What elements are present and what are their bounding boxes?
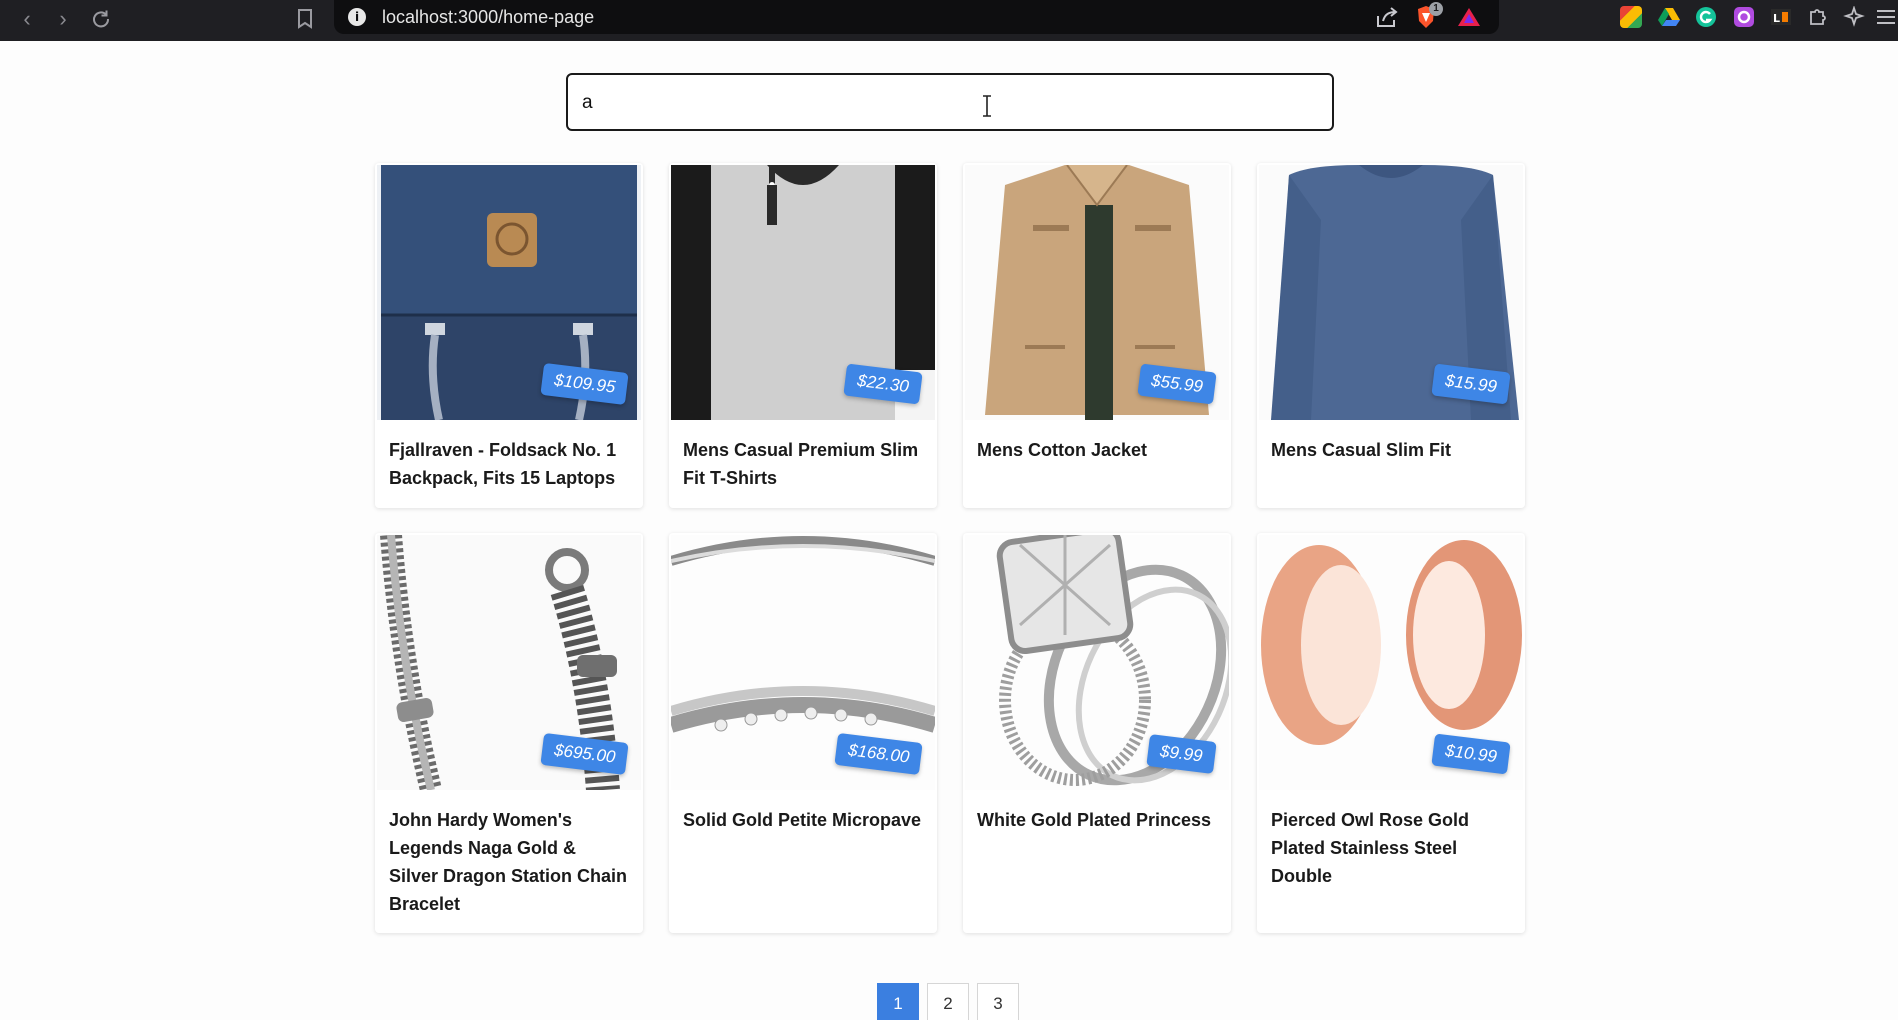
product-card[interactable]: $55.99 Mens Cotton Jacket (963, 163, 1231, 508)
extensions-puzzle-icon[interactable] (1807, 6, 1829, 28)
lighthouse-icon[interactable]: L (1770, 6, 1792, 28)
product-title[interactable]: Mens Casual Slim Fit (1271, 436, 1511, 464)
grammarly-icon[interactable] (1695, 6, 1717, 28)
address-bar[interactable]: i localhost:3000/home-page 1 (334, 0, 1499, 34)
google-drive-icon[interactable] (1658, 6, 1680, 28)
product-title[interactable]: Pierced Owl Rose Gold Plated Stainless S… (1271, 806, 1511, 890)
page-button-2[interactable]: 2 (927, 983, 969, 1020)
product-title[interactable]: Fjallraven - Foldsack No. 1 Backpack, Fi… (389, 436, 629, 492)
site-info-icon[interactable]: i (348, 8, 366, 26)
product-title[interactable]: Solid Gold Petite Micropave (683, 806, 923, 834)
product-title[interactable]: John Hardy Women's Legends Naga Gold & S… (389, 806, 629, 918)
product-card[interactable]: $9.99 White Gold Plated Princess (963, 533, 1231, 933)
search-box[interactable] (566, 73, 1334, 131)
rewards-icon[interactable] (1457, 7, 1481, 27)
product-card[interactable]: $168.00 Solid Gold Petite Micropave (669, 533, 937, 933)
address-url[interactable]: localhost:3000/home-page (382, 7, 594, 28)
product-card[interactable]: $10.99 Pierced Owl Rose Gold Plated Stai… (1257, 533, 1525, 933)
product-card[interactable]: $15.99 Mens Casual Slim Fit (1257, 163, 1525, 508)
extension-gradient-icon[interactable] (1733, 6, 1755, 28)
sparkle-icon[interactable] (1843, 6, 1865, 28)
pagination: 1 2 3 (877, 983, 1019, 1020)
svg-text:L: L (1773, 12, 1780, 25)
share-icon[interactable] (1375, 6, 1399, 28)
shield-badge: 1 (1429, 2, 1443, 16)
product-title[interactable]: White Gold Plated Princess (977, 806, 1217, 834)
back-icon[interactable]: ‹ (12, 4, 42, 34)
browser-toolbar: ‹ › i localhost:3000/home-page 1 L (0, 0, 1898, 41)
product-title[interactable]: Mens Casual Premium Slim Fit T-Shirts (683, 436, 923, 492)
bookmark-icon[interactable] (290, 4, 320, 34)
product-card[interactable]: $109.95 Fjallraven - Foldsack No. 1 Back… (375, 163, 643, 508)
forward-icon[interactable]: › (48, 4, 78, 34)
menu-icon[interactable] (1875, 6, 1897, 28)
product-title[interactable]: Mens Cotton Jacket (977, 436, 1217, 464)
search-input[interactable] (582, 89, 1282, 117)
page-button-1[interactable]: 1 (877, 983, 919, 1020)
extension-colorful-icon[interactable] (1620, 6, 1642, 28)
product-card[interactable]: $22.30 Mens Casual Premium Slim Fit T-Sh… (669, 163, 937, 508)
text-cursor-icon (983, 95, 991, 117)
page-button-3[interactable]: 3 (977, 983, 1019, 1020)
reload-icon[interactable] (86, 4, 116, 34)
product-card[interactable]: $695.00 John Hardy Women's Legends Naga … (375, 533, 643, 933)
